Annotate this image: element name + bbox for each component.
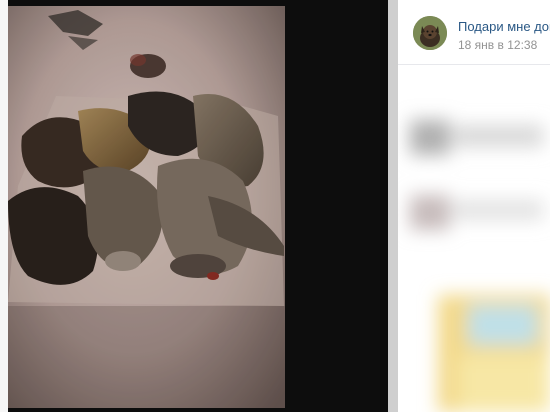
post-date-link[interactable]: 18 янв в 12:38: [458, 38, 537, 52]
photo-panel: [8, 0, 388, 412]
post-author-link[interactable]: Подари мне дом: [458, 19, 550, 34]
post-header: Подари мне дом 18 янв в 12:38: [398, 0, 550, 65]
photo-viewer: Подари мне дом 18 янв в 12:38: [0, 0, 550, 412]
post-photo[interactable]: [8, 6, 285, 408]
post-sidebar: Подари мне дом 18 янв в 12:38: [398, 0, 550, 412]
viewer-left-edge: [0, 0, 8, 412]
dog-avatar-icon[interactable]: [413, 16, 447, 50]
blurred-content-image: [398, 65, 550, 412]
panel-divider: [388, 0, 398, 412]
photo-image: [8, 6, 285, 408]
blurred-post-content: [398, 65, 550, 412]
